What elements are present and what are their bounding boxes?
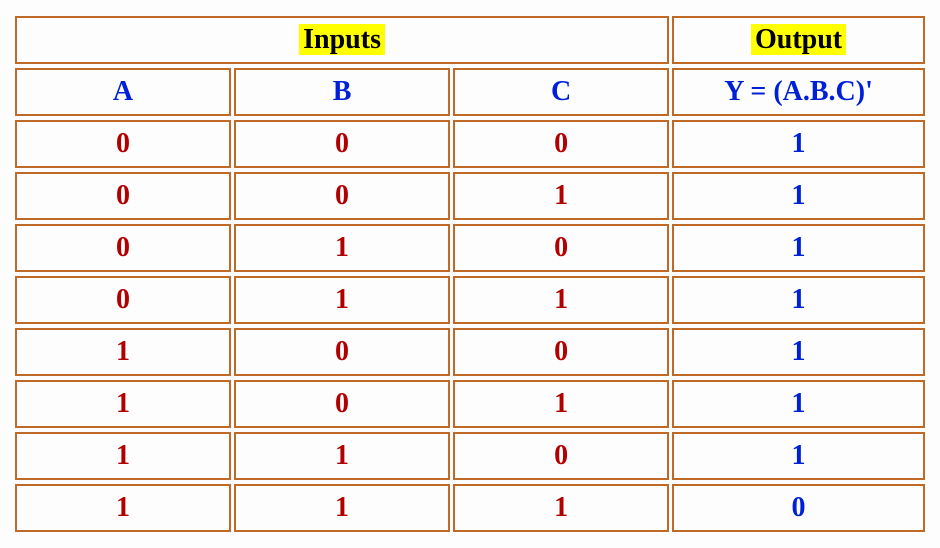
table-row: 0 0 0 1	[15, 120, 925, 168]
group-header-row: Inputs Output	[15, 16, 925, 64]
cell-a: 0	[15, 172, 231, 220]
cell-a: 1	[15, 432, 231, 480]
cell-y: 1	[672, 380, 925, 428]
cell-a: 0	[15, 224, 231, 272]
inputs-group-header: Inputs	[15, 16, 669, 64]
col-b-header: B	[234, 68, 450, 116]
cell-c: 1	[453, 276, 669, 324]
column-header-row: A B C Y = (A.B.C)'	[15, 68, 925, 116]
cell-a: 1	[15, 380, 231, 428]
table-row: 1 0 1 1	[15, 380, 925, 428]
cell-a: 1	[15, 328, 231, 376]
cell-a: 0	[15, 276, 231, 324]
cell-b: 0	[234, 172, 450, 220]
cell-c: 1	[453, 172, 669, 220]
table-row: 0 1 0 1	[15, 224, 925, 272]
cell-y: 1	[672, 328, 925, 376]
output-group-header: Output	[672, 16, 925, 64]
cell-c: 0	[453, 432, 669, 480]
cell-c: 0	[453, 120, 669, 168]
table-row: 1 1 0 1	[15, 432, 925, 480]
table-row: 1 0 0 1	[15, 328, 925, 376]
cell-c: 0	[453, 224, 669, 272]
table-row: 0 0 1 1	[15, 172, 925, 220]
col-a-header: A	[15, 68, 231, 116]
cell-y: 1	[672, 172, 925, 220]
truth-table: Inputs Output A B C Y = (A.B.C)' 0 0 0 1…	[12, 12, 928, 536]
col-c-header: C	[453, 68, 669, 116]
cell-c: 0	[453, 328, 669, 376]
cell-c: 1	[453, 380, 669, 428]
cell-y: 1	[672, 432, 925, 480]
cell-b: 0	[234, 120, 450, 168]
cell-b: 1	[234, 432, 450, 480]
cell-b: 1	[234, 276, 450, 324]
cell-y: 1	[672, 120, 925, 168]
cell-y: 1	[672, 276, 925, 324]
cell-b: 1	[234, 224, 450, 272]
cell-b: 0	[234, 380, 450, 428]
inputs-label: Inputs	[299, 24, 385, 55]
output-label: Output	[751, 24, 846, 55]
cell-y: 1	[672, 224, 925, 272]
cell-a: 0	[15, 120, 231, 168]
cell-b: 0	[234, 328, 450, 376]
table-row: 0 1 1 1	[15, 276, 925, 324]
col-y-header: Y = (A.B.C)'	[672, 68, 925, 116]
